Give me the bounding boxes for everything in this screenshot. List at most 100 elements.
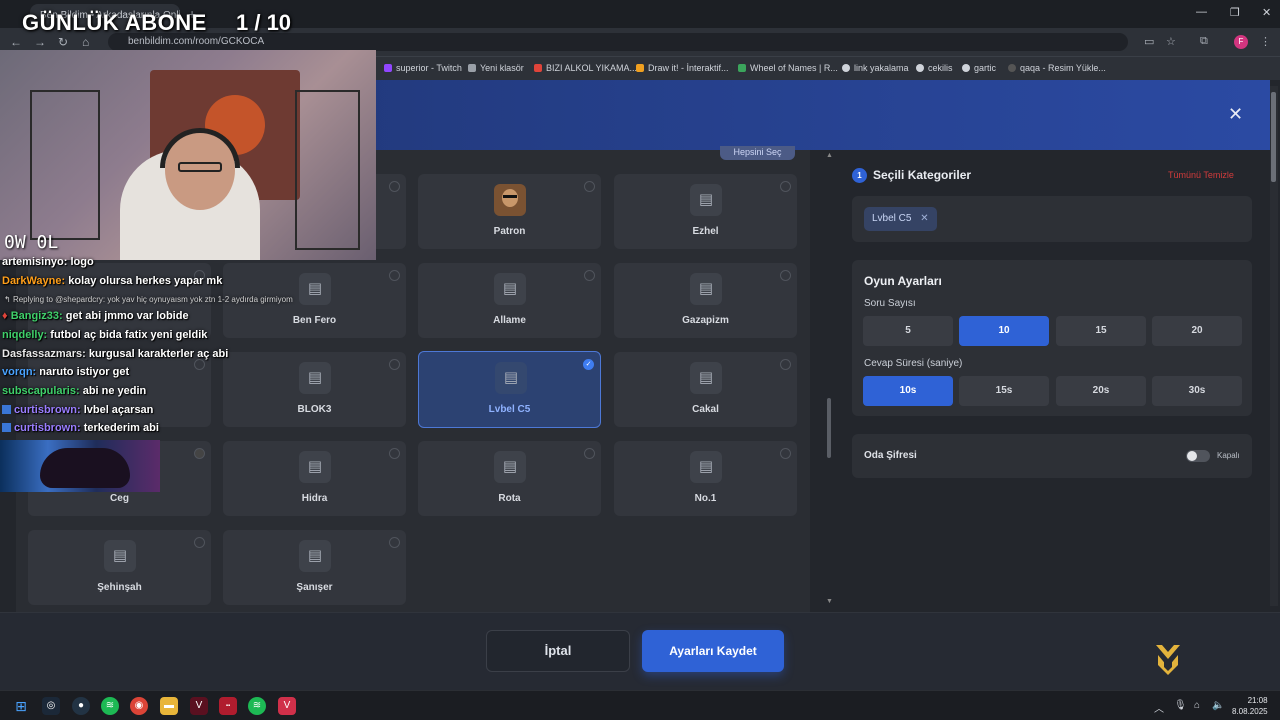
selected-count-badge: 1 bbox=[852, 168, 867, 183]
scroll-thumb[interactable] bbox=[827, 398, 831, 458]
building-icon: ▤ bbox=[494, 451, 526, 483]
steam-icon[interactable]: ◎ bbox=[42, 697, 60, 715]
building-icon: ▤ bbox=[494, 273, 526, 305]
close-icon[interactable]: ✕ bbox=[1228, 104, 1243, 125]
category-card-blok3[interactable]: ▤ BLOK3 bbox=[223, 352, 406, 427]
bookmark-item[interactable]: qaqa - Resim Yükle... bbox=[1008, 63, 1106, 73]
password-toggle[interactable] bbox=[1186, 450, 1210, 462]
time-option-30s[interactable]: 30s bbox=[1152, 376, 1242, 406]
building-icon: ▤ bbox=[690, 451, 722, 483]
radio-icon bbox=[389, 270, 400, 281]
radio-icon bbox=[780, 448, 791, 459]
spotify-icon[interactable]: ≋ bbox=[248, 697, 266, 715]
avatar-photo bbox=[494, 184, 526, 216]
shelf-right bbox=[295, 90, 360, 250]
network-icon[interactable]: ⌂ bbox=[1194, 700, 1200, 711]
page-scrollbar[interactable] bbox=[1270, 86, 1278, 606]
time-option-20s[interactable]: 20s bbox=[1056, 376, 1146, 406]
valorant-icon[interactable]: V bbox=[278, 697, 296, 715]
category-label: Ceg bbox=[110, 493, 129, 504]
bookmark-item[interactable]: Yeni klasör bbox=[468, 63, 524, 73]
category-card-saniser[interactable]: ▤ Şanışer bbox=[223, 530, 406, 605]
time-option-10s[interactable]: 10s bbox=[863, 376, 953, 406]
remove-chip-icon[interactable]: ✕ bbox=[920, 213, 928, 224]
reload-icon[interactable]: ↻ bbox=[58, 35, 68, 49]
bookmark-item[interactable]: BIZI ALKOL YIKAMA... bbox=[534, 63, 637, 73]
restore-icon[interactable]: ❐ bbox=[1230, 6, 1240, 19]
category-card-lvbel-c5[interactable]: ▤ Lvbel C5 ✓ bbox=[418, 351, 601, 428]
clear-all-button[interactable]: Tümünü Temizle bbox=[1168, 170, 1234, 180]
save-settings-button[interactable]: Ayarları Kaydet bbox=[642, 630, 784, 672]
microphone-icon[interactable]: 🎙 bbox=[1174, 700, 1187, 711]
selected-chip[interactable]: Lvbel C5 ✕ bbox=[864, 207, 937, 231]
radio-icon bbox=[194, 359, 205, 370]
question-option-15[interactable]: 15 bbox=[1056, 316, 1146, 346]
taskbar-clock[interactable]: 21:08 8.08.2025 bbox=[1232, 695, 1268, 717]
chat-message: curtisbrown: terkederim abi bbox=[2, 422, 159, 434]
category-card-allame[interactable]: ▤ Allame bbox=[418, 263, 601, 338]
app-icon[interactable]: ● bbox=[72, 697, 90, 715]
bookmark-item[interactable]: cekilis bbox=[916, 63, 953, 73]
home-icon[interactable]: ⌂ bbox=[82, 35, 89, 49]
overlay-counter: 1 / 10 bbox=[236, 10, 292, 35]
radio-icon bbox=[780, 181, 791, 192]
webcam-feed bbox=[0, 50, 376, 260]
chat-message: vorqn: naruto istiyor get bbox=[2, 366, 130, 378]
check-icon: ✓ bbox=[583, 359, 594, 370]
room-password-row: Oda Şifresi Kapalı bbox=[852, 434, 1252, 478]
category-scrollbar[interactable]: ▲ ▼ bbox=[826, 152, 833, 607]
shelf-left bbox=[30, 90, 100, 240]
game-settings-title: Oyun Ayarları bbox=[864, 274, 942, 288]
bookmark-star-icon[interactable]: ☆ bbox=[1166, 35, 1176, 48]
category-card-gazapizm[interactable]: ▤ Gazapizm bbox=[614, 263, 797, 338]
bookmark-item[interactable]: gartic bbox=[962, 63, 996, 73]
file-explorer-icon[interactable]: ▬ bbox=[160, 697, 178, 715]
profile-avatar[interactable]: F bbox=[1234, 35, 1248, 49]
building-icon: ▤ bbox=[299, 273, 331, 305]
building-icon: ▤ bbox=[690, 273, 722, 305]
menu-icon[interactable]: ⋮ bbox=[1260, 35, 1271, 48]
forward-icon[interactable]: → bbox=[34, 35, 46, 49]
bookmark-item[interactable]: superior - Twitch bbox=[384, 63, 462, 73]
question-option-10[interactable]: 10 bbox=[959, 316, 1049, 346]
category-label: Gazapizm bbox=[682, 315, 729, 326]
question-option-5[interactable]: 5 bbox=[863, 316, 953, 346]
bookmark-item[interactable]: Wheel of Names | R... bbox=[738, 63, 838, 73]
time-option-15s[interactable]: 15s bbox=[959, 376, 1049, 406]
cast-icon[interactable]: ▭ bbox=[1144, 35, 1154, 48]
category-card-patron[interactable]: Patron bbox=[418, 174, 601, 249]
category-card-no1[interactable]: ▤ No.1 bbox=[614, 441, 797, 516]
category-card-hidra[interactable]: ▤ Hidra bbox=[223, 441, 406, 516]
bookmark-item[interactable]: link yakalama bbox=[842, 63, 909, 73]
category-card-cakal[interactable]: ▤ Cakal bbox=[614, 352, 797, 427]
page-scroll-thumb[interactable] bbox=[1271, 92, 1276, 182]
minimize-icon[interactable]: — bbox=[1196, 6, 1207, 18]
volume-icon[interactable]: 🔈 bbox=[1212, 700, 1224, 711]
category-card-rota[interactable]: ▤ Rota bbox=[418, 441, 601, 516]
bookmark-item[interactable]: Draw it! - İnteraktif... bbox=[636, 63, 729, 73]
select-all-button[interactable]: Hepsini Seç bbox=[720, 146, 795, 160]
radio-icon bbox=[780, 359, 791, 370]
window-close-icon[interactable]: ✕ bbox=[1262, 6, 1271, 19]
chat-message: DarkWayne: kolay olursa herkes yapar mk bbox=[2, 275, 223, 287]
category-card-sehinsah[interactable]: ▤ Şehinşah bbox=[28, 530, 211, 605]
question-option-20[interactable]: 20 bbox=[1152, 316, 1242, 346]
windows-taskbar: ⊞ ◎ ● ≋ ◉ ▬ V ▪▪ ≋ V ︿ 🎙 ⌂ 🔈 21:08 8.08.2… bbox=[0, 690, 1280, 720]
radio-icon bbox=[389, 448, 400, 459]
valorant-icon[interactable]: V bbox=[190, 697, 208, 715]
back-icon[interactable]: ← bbox=[10, 35, 22, 49]
cancel-button[interactable]: İptal bbox=[486, 630, 630, 672]
chat-message: artemisinyo: logo bbox=[2, 256, 94, 268]
subscriber-badge-icon bbox=[2, 405, 11, 414]
chat-message: subscapularis: abi ne yedin bbox=[2, 385, 147, 397]
spotify-icon[interactable]: ≋ bbox=[101, 697, 119, 715]
tray-chevron-icon[interactable]: ︿ bbox=[1154, 700, 1164, 715]
building-icon: ▤ bbox=[299, 362, 331, 394]
windows-start-icon[interactable]: ⊞ bbox=[12, 697, 30, 715]
app-icon[interactable]: ▪▪ bbox=[219, 697, 237, 715]
radio-icon bbox=[389, 181, 400, 192]
chrome-icon[interactable]: ◉ bbox=[130, 697, 148, 715]
selected-categories-heading: 1 Seçili Kategoriler bbox=[852, 168, 971, 183]
category-card-ezhel[interactable]: ▤ Ezhel bbox=[614, 174, 797, 249]
extensions-icon[interactable]: ⧉ bbox=[1200, 35, 1208, 48]
